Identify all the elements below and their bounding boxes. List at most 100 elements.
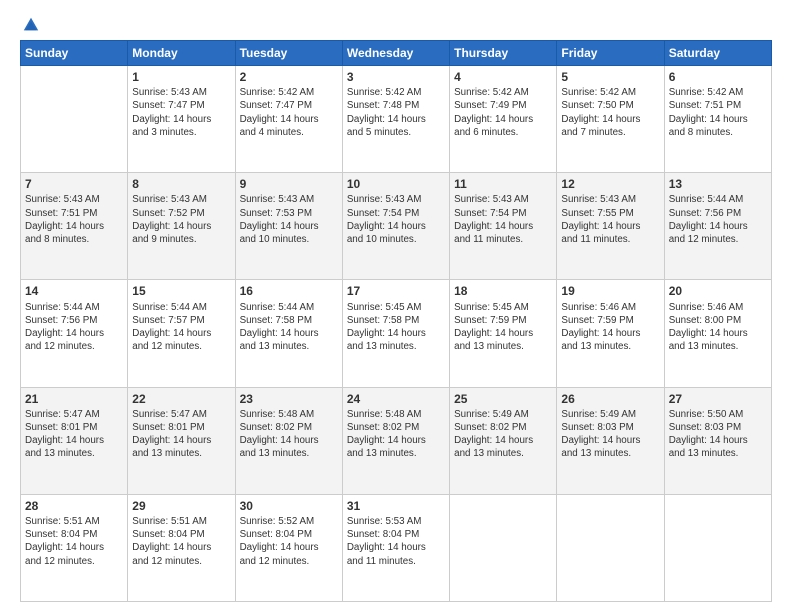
day-info: Sunrise: 5:44 AMSunset: 7:56 PMDaylight:… bbox=[669, 193, 767, 246]
day-info: Sunrise: 5:49 AMSunset: 8:02 PMDaylight:… bbox=[454, 408, 552, 461]
day-info: Sunrise: 5:48 AMSunset: 8:02 PMDaylight:… bbox=[347, 408, 445, 461]
calendar-cell: 10Sunrise: 5:43 AMSunset: 7:54 PMDayligh… bbox=[342, 173, 449, 280]
day-number: 22 bbox=[132, 391, 230, 407]
day-number: 6 bbox=[669, 69, 767, 85]
day-info: Sunrise: 5:43 AMSunset: 7:47 PMDaylight:… bbox=[132, 86, 230, 139]
day-number: 20 bbox=[669, 283, 767, 299]
calendar-cell bbox=[450, 494, 557, 601]
calendar-cell: 12Sunrise: 5:43 AMSunset: 7:55 PMDayligh… bbox=[557, 173, 664, 280]
day-number: 24 bbox=[347, 391, 445, 407]
day-number: 5 bbox=[561, 69, 659, 85]
day-number: 29 bbox=[132, 498, 230, 514]
day-info: Sunrise: 5:51 AMSunset: 8:04 PMDaylight:… bbox=[132, 515, 230, 568]
calendar-cell: 6Sunrise: 5:42 AMSunset: 7:51 PMDaylight… bbox=[664, 66, 771, 173]
day-number: 18 bbox=[454, 283, 552, 299]
day-info: Sunrise: 5:42 AMSunset: 7:51 PMDaylight:… bbox=[669, 86, 767, 139]
calendar-cell: 22Sunrise: 5:47 AMSunset: 8:01 PMDayligh… bbox=[128, 387, 235, 494]
day-info: Sunrise: 5:42 AMSunset: 7:49 PMDaylight:… bbox=[454, 86, 552, 139]
calendar-cell: 21Sunrise: 5:47 AMSunset: 8:01 PMDayligh… bbox=[21, 387, 128, 494]
calendar-cell: 3Sunrise: 5:42 AMSunset: 7:48 PMDaylight… bbox=[342, 66, 449, 173]
calendar-cell: 14Sunrise: 5:44 AMSunset: 7:56 PMDayligh… bbox=[21, 280, 128, 387]
day-number: 3 bbox=[347, 69, 445, 85]
calendar-cell: 31Sunrise: 5:53 AMSunset: 8:04 PMDayligh… bbox=[342, 494, 449, 601]
calendar-table: SundayMondayTuesdayWednesdayThursdayFrid… bbox=[20, 40, 772, 602]
day-number: 1 bbox=[132, 69, 230, 85]
calendar-cell: 5Sunrise: 5:42 AMSunset: 7:50 PMDaylight… bbox=[557, 66, 664, 173]
day-info: Sunrise: 5:43 AMSunset: 7:51 PMDaylight:… bbox=[25, 193, 123, 246]
day-number: 15 bbox=[132, 283, 230, 299]
day-info: Sunrise: 5:49 AMSunset: 8:03 PMDaylight:… bbox=[561, 408, 659, 461]
day-info: Sunrise: 5:48 AMSunset: 8:02 PMDaylight:… bbox=[240, 408, 338, 461]
day-number: 11 bbox=[454, 176, 552, 192]
calendar-cell: 11Sunrise: 5:43 AMSunset: 7:54 PMDayligh… bbox=[450, 173, 557, 280]
day-info: Sunrise: 5:47 AMSunset: 8:01 PMDaylight:… bbox=[132, 408, 230, 461]
day-info: Sunrise: 5:53 AMSunset: 8:04 PMDaylight:… bbox=[347, 515, 445, 568]
calendar-cell: 30Sunrise: 5:52 AMSunset: 8:04 PMDayligh… bbox=[235, 494, 342, 601]
day-number: 17 bbox=[347, 283, 445, 299]
day-number: 23 bbox=[240, 391, 338, 407]
day-number: 25 bbox=[454, 391, 552, 407]
day-info: Sunrise: 5:42 AMSunset: 7:50 PMDaylight:… bbox=[561, 86, 659, 139]
day-info: Sunrise: 5:45 AMSunset: 7:59 PMDaylight:… bbox=[454, 301, 552, 354]
day-number: 31 bbox=[347, 498, 445, 514]
day-number: 19 bbox=[561, 283, 659, 299]
day-info: Sunrise: 5:45 AMSunset: 7:58 PMDaylight:… bbox=[347, 301, 445, 354]
day-number: 16 bbox=[240, 283, 338, 299]
weekday-header: Friday bbox=[557, 41, 664, 66]
day-number: 14 bbox=[25, 283, 123, 299]
day-number: 30 bbox=[240, 498, 338, 514]
calendar-cell: 24Sunrise: 5:48 AMSunset: 8:02 PMDayligh… bbox=[342, 387, 449, 494]
calendar-cell: 29Sunrise: 5:51 AMSunset: 8:04 PMDayligh… bbox=[128, 494, 235, 601]
calendar-week-row: 7Sunrise: 5:43 AMSunset: 7:51 PMDaylight… bbox=[21, 173, 772, 280]
weekday-header-row: SundayMondayTuesdayWednesdayThursdayFrid… bbox=[21, 41, 772, 66]
day-info: Sunrise: 5:43 AMSunset: 7:55 PMDaylight:… bbox=[561, 193, 659, 246]
calendar-week-row: 21Sunrise: 5:47 AMSunset: 8:01 PMDayligh… bbox=[21, 387, 772, 494]
calendar-cell: 23Sunrise: 5:48 AMSunset: 8:02 PMDayligh… bbox=[235, 387, 342, 494]
calendar-cell: 27Sunrise: 5:50 AMSunset: 8:03 PMDayligh… bbox=[664, 387, 771, 494]
weekday-header: Monday bbox=[128, 41, 235, 66]
day-number: 2 bbox=[240, 69, 338, 85]
page: SundayMondayTuesdayWednesdayThursdayFrid… bbox=[0, 0, 792, 612]
day-info: Sunrise: 5:43 AMSunset: 7:53 PMDaylight:… bbox=[240, 193, 338, 246]
day-info: Sunrise: 5:43 AMSunset: 7:52 PMDaylight:… bbox=[132, 193, 230, 246]
calendar-cell: 20 Sunrise: 5:46 AMSunset: 8:00 PMDayligh… bbox=[664, 280, 771, 387]
day-info: Sunrise: 5:42 AMSunset: 7:47 PMDaylight:… bbox=[240, 86, 338, 139]
calendar-cell: 28Sunrise: 5:51 AMSunset: 8:04 PMDayligh… bbox=[21, 494, 128, 601]
day-number: 4 bbox=[454, 69, 552, 85]
calendar-cell: 19 Sunrise: 5:46 AMSunset: 7:59 PMDayligh… bbox=[557, 280, 664, 387]
day-number: 12 bbox=[561, 176, 659, 192]
day-number: 9 bbox=[240, 176, 338, 192]
day-number: 28 bbox=[25, 498, 123, 514]
header bbox=[20, 16, 772, 34]
day-number: 26 bbox=[561, 391, 659, 407]
weekday-header: Saturday bbox=[664, 41, 771, 66]
day-info: Sunrise: 5:52 AMSunset: 8:04 PMDaylight:… bbox=[240, 515, 338, 568]
logo-icon bbox=[22, 16, 40, 34]
day-info: Sunrise: 5:42 AMSunset: 7:48 PMDaylight:… bbox=[347, 86, 445, 139]
day-info: Sunrise: 5:46 AMSunset: 8:00 PMDaylight:… bbox=[669, 301, 767, 354]
calendar-cell: 18 Sunrise: 5:45 AMSunset: 7:59 PMDayligh… bbox=[450, 280, 557, 387]
day-number: 7 bbox=[25, 176, 123, 192]
calendar-cell: 4Sunrise: 5:42 AMSunset: 7:49 PMDaylight… bbox=[450, 66, 557, 173]
day-number: 13 bbox=[669, 176, 767, 192]
day-info: Sunrise: 5:44 AMSunset: 7:57 PMDaylight:… bbox=[132, 301, 230, 354]
day-info: Sunrise: 5:51 AMSunset: 8:04 PMDaylight:… bbox=[25, 515, 123, 568]
calendar-cell: 26Sunrise: 5:49 AMSunset: 8:03 PMDayligh… bbox=[557, 387, 664, 494]
day-number: 10 bbox=[347, 176, 445, 192]
calendar-week-row: 14Sunrise: 5:44 AMSunset: 7:56 PMDayligh… bbox=[21, 280, 772, 387]
calendar-cell: 15 Sunrise: 5:44 AMSunset: 7:57 PMDayligh… bbox=[128, 280, 235, 387]
calendar-cell: 25Sunrise: 5:49 AMSunset: 8:02 PMDayligh… bbox=[450, 387, 557, 494]
calendar-cell bbox=[557, 494, 664, 601]
day-number: 27 bbox=[669, 391, 767, 407]
day-info: Sunrise: 5:46 AMSunset: 7:59 PMDaylight:… bbox=[561, 301, 659, 354]
day-number: 8 bbox=[132, 176, 230, 192]
calendar-week-row: 28Sunrise: 5:51 AMSunset: 8:04 PMDayligh… bbox=[21, 494, 772, 601]
calendar-cell: 17 Sunrise: 5:45 AMSunset: 7:58 PMDayligh… bbox=[342, 280, 449, 387]
calendar-cell: 13Sunrise: 5:44 AMSunset: 7:56 PMDayligh… bbox=[664, 173, 771, 280]
calendar-cell: 7Sunrise: 5:43 AMSunset: 7:51 PMDaylight… bbox=[21, 173, 128, 280]
day-info: Sunrise: 5:50 AMSunset: 8:03 PMDaylight:… bbox=[669, 408, 767, 461]
calendar-cell: 2Sunrise: 5:42 AMSunset: 7:47 PMDaylight… bbox=[235, 66, 342, 173]
calendar-cell: 9Sunrise: 5:43 AMSunset: 7:53 PMDaylight… bbox=[235, 173, 342, 280]
calendar-cell bbox=[664, 494, 771, 601]
calendar-cell: 1Sunrise: 5:43 AMSunset: 7:47 PMDaylight… bbox=[128, 66, 235, 173]
